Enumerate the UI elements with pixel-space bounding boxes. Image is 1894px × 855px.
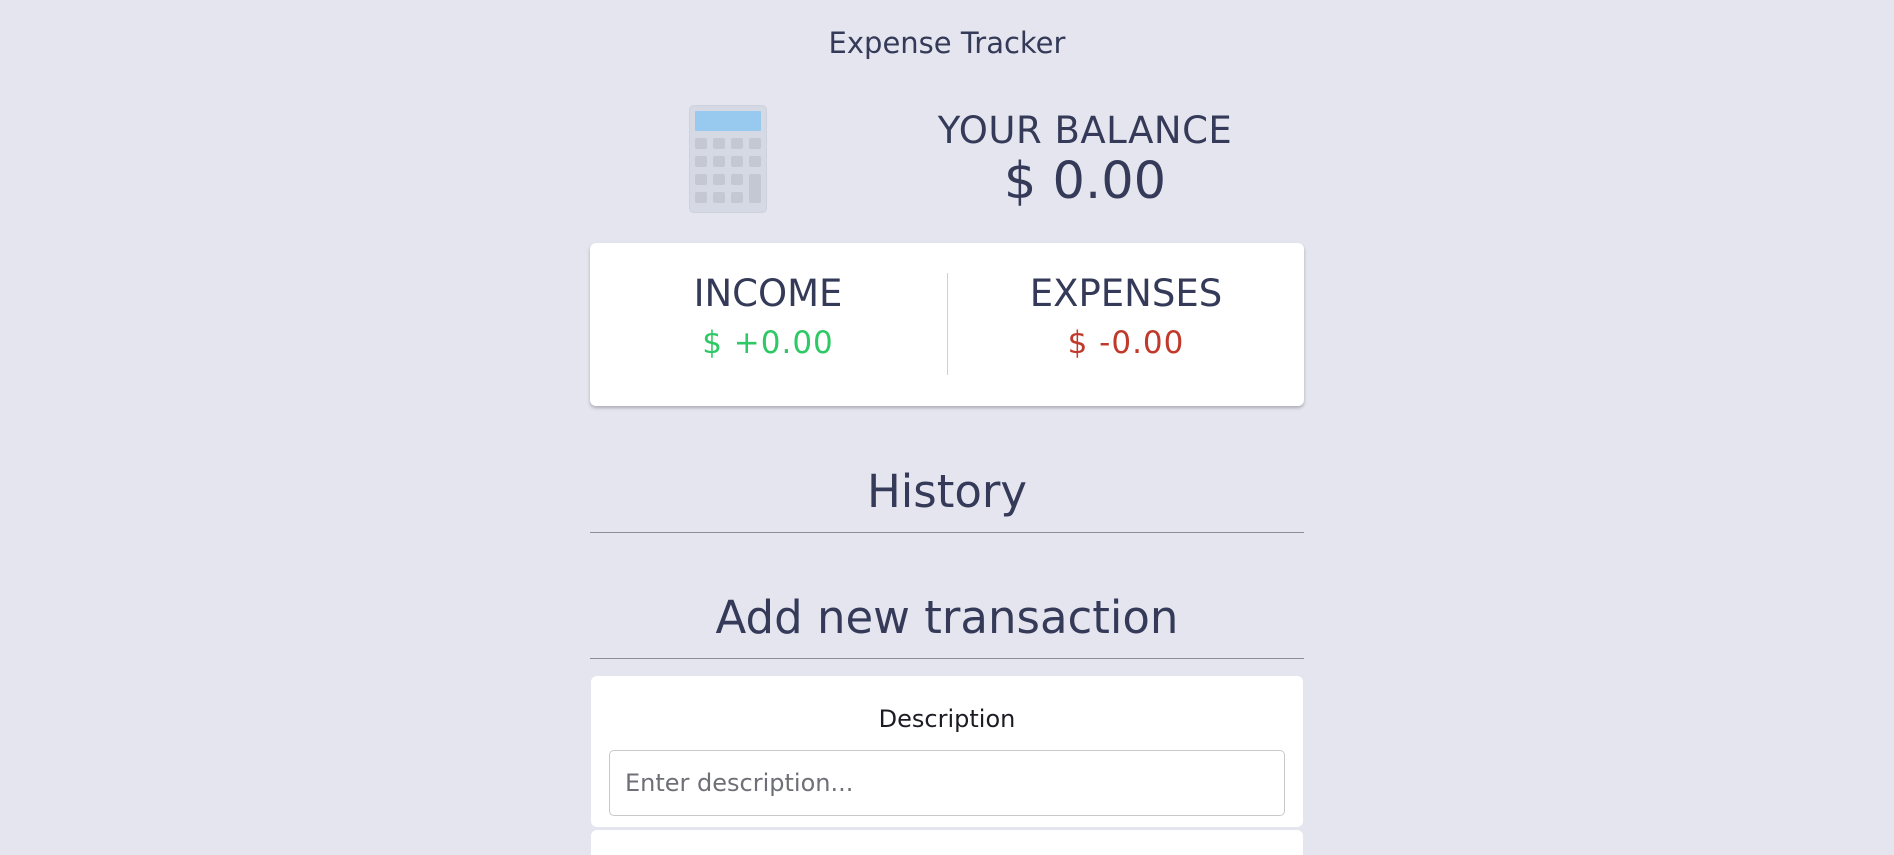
calculator-key <box>731 174 743 185</box>
calculator-key <box>749 156 761 167</box>
expenses-column: EXPENSES $ -0.00 <box>948 271 1304 363</box>
calculator-key <box>731 138 743 149</box>
calculator-key <box>695 192 707 203</box>
description-form-group: Description <box>591 676 1303 827</box>
income-expenses-card: INCOME $ +0.00 EXPENSES $ -0.00 <box>590 243 1304 406</box>
calculator-key <box>713 174 725 185</box>
calculator-key <box>749 138 761 149</box>
app-title: Expense Tracker <box>828 26 1066 60</box>
calculator-key <box>731 192 743 203</box>
calculator-icon <box>689 105 767 213</box>
calculator-key <box>731 156 743 167</box>
calculator-key <box>749 174 761 203</box>
history-heading: History <box>590 464 1304 533</box>
expenses-label: EXPENSES <box>1029 272 1223 315</box>
calculator-key <box>695 138 707 149</box>
income-column: INCOME $ +0.00 <box>590 271 946 363</box>
calculator-key <box>713 192 725 203</box>
expense-tracker-page: Expense Tracker YOUR BALANCE $ 0.00 INCO… <box>0 0 1894 855</box>
income-value: $ +0.00 <box>702 325 834 361</box>
calculator-key <box>695 174 707 185</box>
calculator-key <box>695 156 707 167</box>
expenses-value: $ -0.00 <box>1067 325 1185 361</box>
add-transaction-heading: Add new transaction <box>590 590 1304 659</box>
calculator-key <box>713 138 725 149</box>
calculator-key <box>713 156 725 167</box>
description-input[interactable] <box>609 750 1285 816</box>
amount-form-group <box>591 830 1303 855</box>
balance-section: YOUR BALANCE $ 0.00 <box>900 108 1270 210</box>
description-label: Description <box>878 705 1016 733</box>
income-label: INCOME <box>693 272 843 315</box>
calculator-screen <box>695 111 761 131</box>
balance-label: YOUR BALANCE <box>937 109 1233 152</box>
balance-value: $ 0.00 <box>1003 152 1167 211</box>
